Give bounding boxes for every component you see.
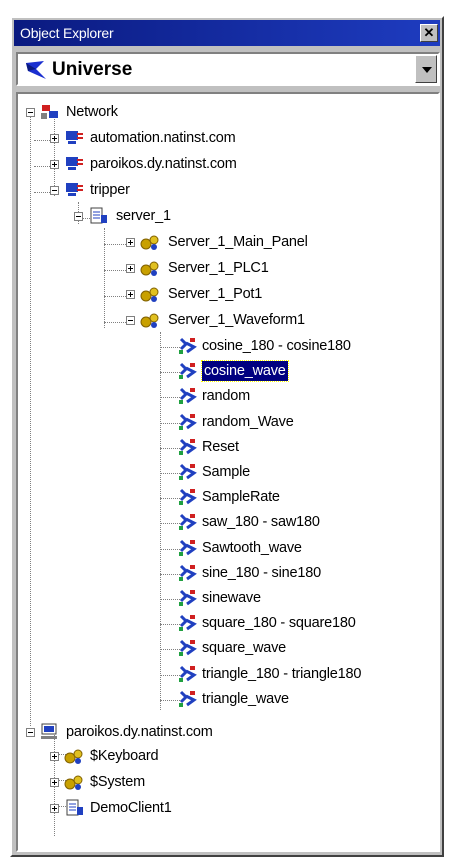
tree-label: tripper [90,182,130,198]
collapse-toggle[interactable] [26,108,35,117]
server-icon [66,799,83,816]
collapse-toggle[interactable] [26,728,35,737]
tag-icon [178,387,198,405]
window-title: Object Explorer [20,25,114,41]
close-icon: ✕ [423,25,435,40]
close-button[interactable]: ✕ [420,24,438,42]
combo-dropdown-button[interactable] [415,55,437,83]
tree-label: paroikos.dy.natinst.com [66,724,213,740]
tree-label: Sample [202,464,250,480]
server-icon [90,207,107,224]
expand-toggle[interactable] [50,160,59,169]
collapse-toggle[interactable] [126,316,135,325]
network-icon [41,105,58,119]
tag-icon [178,564,198,582]
object-tree: Network automation.natinst.com paroikos.… [16,92,440,852]
tag-icon [178,488,198,506]
gears-icon [64,749,83,764]
tree-label: cosine_180 - cosine180 [202,338,351,354]
tag-icon [178,337,198,355]
tree-label: cosine_wave [201,360,289,383]
tag-icon [178,513,198,531]
tag-icon [178,463,198,481]
gears-icon [140,235,159,250]
computer-icon [66,183,83,196]
object-explorer-window: Object Explorer ✕ Universe Network autom… [10,16,444,857]
tree-label: DemoClient1 [90,800,172,816]
tree-label: automation.natinst.com [90,130,236,146]
tree-label: saw_180 - saw180 [202,514,320,531]
tree-label: Sawtooth_wave [202,539,302,556]
universe-logo-icon [26,61,46,79]
tag-icon [178,614,198,632]
tree-label: triangle_180 - triangle180 [202,665,362,682]
tree-label: SampleRate [202,489,280,506]
gears-icon [64,775,83,790]
computer-icon [66,131,83,144]
computer-icon [41,723,57,739]
tag-icon [178,639,198,657]
title-bar[interactable]: Object Explorer ✕ [14,20,440,46]
tag-icon [178,362,198,380]
collapse-toggle[interactable] [74,212,83,221]
tree-label: Server_1_Waveform1 [168,312,305,328]
expand-toggle[interactable] [126,290,135,299]
expand-toggle[interactable] [50,804,59,813]
expand-toggle[interactable] [50,778,59,787]
tag-icon [178,413,198,431]
tree-label: Reset [202,438,239,455]
tree-label: triangle_wave [202,690,289,707]
expand-toggle[interactable] [50,134,59,143]
gears-icon [140,287,159,302]
combo-value: Universe [52,59,133,80]
tree-label: Server_1_PLC1 [168,260,269,276]
tree-label: random_Wave [202,413,294,430]
expand-toggle[interactable] [126,238,135,247]
tree-label: square_180 - square180 [202,615,356,632]
tag-icon [178,438,198,456]
tree-label: Server_1_Main_Panel [168,234,308,250]
tag-icon [178,589,198,607]
tree-label: $Keyboard [90,748,159,764]
computer-icon [66,157,83,170]
universe-combo[interactable]: Universe [16,52,440,86]
tag-icon [178,690,198,708]
gears-icon [140,261,159,276]
tag-icon [178,665,198,683]
tree-label: Network [66,104,118,120]
tree-label: $System [90,774,146,790]
tree-label: sinewave [202,590,261,606]
collapse-toggle[interactable] [50,186,59,195]
expand-toggle[interactable] [50,752,59,761]
tree-label: sine_180 - sine180 [202,564,321,581]
tree-label: Server_1_Pot1 [168,286,263,302]
tree-label: random [202,388,250,405]
expand-toggle[interactable] [126,264,135,273]
tree-label: square_wave [202,640,287,657]
gears-icon [140,313,159,328]
tag-icon [178,539,198,557]
tree-label: paroikos.dy.natinst.com [90,156,237,172]
tree-label: server_1 [116,208,171,224]
